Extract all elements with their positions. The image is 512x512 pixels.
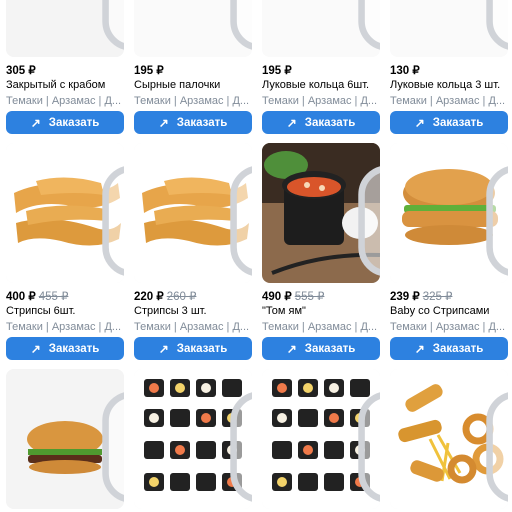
product-image[interactable] [262, 143, 380, 283]
product-card[interactable]: 490 ₽555 ₽ "Том ям" Темаки | Арзамас | Д… [262, 143, 380, 360]
bookmark-icon[interactable] [483, 377, 508, 502]
price: 195 ₽ [262, 65, 292, 77]
product-title: Стрипсы 6шт. [6, 305, 76, 317]
product-image[interactable] [6, 143, 124, 283]
bookmark-icon[interactable] [227, 151, 252, 276]
arrow-up-right-icon: ↗ [30, 341, 41, 356]
old-price: 325 ₽ [422, 291, 453, 303]
order-button-label: Заказать [48, 342, 100, 355]
product-card[interactable]: 220 ₽260 ₽ Стрипсы 3 шт. Темаки | Арзама… [134, 143, 252, 360]
price: 195 ₽ [134, 65, 164, 77]
product-image[interactable] [390, 143, 508, 283]
old-price: 260 ₽ [166, 291, 197, 303]
product-card[interactable]: 239 ₽325 ₽ Baby со Стрипсами Темаки | Ар… [390, 143, 508, 360]
order-button-label: Заказать [176, 116, 228, 129]
product-card[interactable] [6, 369, 124, 509]
order-button-label: Заказать [48, 116, 100, 129]
price: 239 ₽ [390, 291, 420, 303]
price: 130 ₽ [390, 65, 420, 77]
order-button-label: Заказать [304, 342, 356, 355]
product-title: Baby со Стрипсами [390, 305, 490, 317]
product-card[interactable] [134, 369, 252, 509]
price-row: 490 ₽555 ₽ [262, 289, 324, 303]
arrow-up-right-icon: ↗ [414, 341, 425, 356]
arrow-up-right-icon: ↗ [286, 341, 297, 356]
arrow-up-right-icon: ↗ [30, 115, 41, 130]
arrow-up-right-icon: ↗ [414, 115, 425, 130]
product-card[interactable]: 305 ₽ Закрытый с крабом Темаки | Арзамас… [6, 0, 124, 134]
order-button-label: Заказать [304, 116, 356, 129]
product-card[interactable]: 195 ₽ Сырные палочки Темаки | Арзамас | … [134, 0, 252, 134]
product-subtitle: Темаки | Арзамас | Д... [134, 321, 250, 333]
bookmark-icon[interactable] [227, 377, 252, 502]
product-subtitle: Темаки | Арзамас | Д... [262, 321, 378, 333]
order-button[interactable]: ↗ Заказать [6, 337, 124, 360]
product-subtitle: Темаки | Арзамас | Д... [390, 321, 506, 333]
arrow-up-right-icon: ↗ [286, 115, 297, 130]
product-image[interactable] [390, 0, 508, 57]
product-image[interactable] [262, 369, 380, 509]
price-row: 400 ₽455 ₽ [6, 289, 68, 303]
order-button[interactable]: ↗ Заказать [262, 111, 380, 134]
arrow-up-right-icon: ↗ [158, 341, 169, 356]
product-title: Луковые кольца 3 шт. [390, 79, 501, 91]
old-price: 555 ₽ [294, 291, 325, 303]
order-button[interactable]: ↗ Заказать [390, 111, 508, 134]
order-button[interactable]: ↗ Заказать [134, 337, 252, 360]
order-button[interactable]: ↗ Заказать [262, 337, 380, 360]
product-title: Закрытый с крабом [6, 79, 106, 91]
price-row: 195 ₽ [262, 63, 292, 77]
bookmark-icon[interactable] [355, 151, 380, 276]
price: 400 ₽ [6, 291, 36, 303]
price-row: 239 ₽325 ₽ [390, 289, 452, 303]
product-subtitle: Темаки | Арзамас | Д... [6, 321, 122, 333]
product-image[interactable] [134, 369, 252, 509]
order-button-label: Заказать [432, 342, 484, 355]
product-image[interactable] [390, 369, 508, 509]
product-image[interactable] [262, 0, 380, 57]
price: 305 ₽ [6, 65, 36, 77]
product-card[interactable]: 400 ₽455 ₽ Стрипсы 6шт. Темаки | Арзамас… [6, 143, 124, 360]
price-row: 305 ₽ [6, 63, 36, 77]
order-button-label: Заказать [432, 116, 484, 129]
price: 220 ₽ [134, 291, 164, 303]
bookmark-icon[interactable] [99, 377, 124, 502]
order-button[interactable]: ↗ Заказать [134, 111, 252, 134]
price-row: 220 ₽260 ₽ [134, 289, 196, 303]
order-button[interactable]: ↗ Заказать [6, 111, 124, 134]
order-button-label: Заказать [176, 342, 228, 355]
price-row: 130 ₽ [390, 63, 420, 77]
product-card[interactable]: 195 ₽ Луковые кольца 6шт. Темаки | Арзам… [262, 0, 380, 134]
price: 490 ₽ [262, 291, 292, 303]
product-card[interactable] [262, 369, 380, 509]
product-card[interactable]: 130 ₽ Луковые кольца 3 шт. Темаки | Арза… [390, 0, 508, 134]
product-image[interactable] [6, 369, 124, 509]
order-button[interactable]: ↗ Заказать [390, 337, 508, 360]
product-image[interactable] [134, 143, 252, 283]
product-image[interactable] [134, 0, 252, 57]
product-subtitle: Темаки | Арзамас | Д... [6, 95, 122, 107]
product-subtitle: Темаки | Арзамас | Д... [262, 95, 378, 107]
product-title: Луковые кольца 6шт. [262, 79, 370, 91]
product-title: Стрипсы 3 шт. [134, 305, 207, 317]
product-card[interactable] [390, 369, 508, 509]
old-price: 455 ₽ [38, 291, 69, 303]
product-title: "Том ям" [262, 305, 306, 317]
product-subtitle: Темаки | Арзамас | Д... [390, 95, 506, 107]
arrow-up-right-icon: ↗ [158, 115, 169, 130]
bookmark-icon[interactable] [483, 151, 508, 276]
product-title: Сырные палочки [134, 79, 221, 91]
bookmark-icon[interactable] [355, 377, 380, 502]
price-row: 195 ₽ [134, 63, 164, 77]
product-image[interactable] [6, 0, 124, 57]
bookmark-icon[interactable] [99, 151, 124, 276]
product-subtitle: Темаки | Арзамас | Д... [134, 95, 250, 107]
